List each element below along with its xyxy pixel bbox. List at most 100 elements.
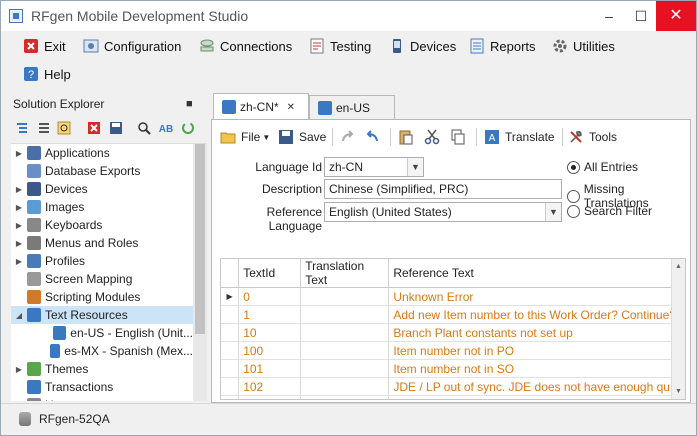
tab-close-icon[interactable]: ✕: [287, 102, 295, 113]
cell-textid[interactable]: 101: [238, 359, 302, 378]
reference-language-combo[interactable]: English (United States) ▼: [324, 202, 562, 222]
tab-zh-cn[interactable]: zh-CN* ✕: [213, 93, 309, 120]
tree-item[interactable]: en-US - English (Unit...: [11, 324, 193, 342]
cell-reference[interactable]: JDE / LP out of sync. JDE does not have …: [388, 377, 685, 396]
menu-devices[interactable]: Devices: [389, 35, 456, 57]
tree-item[interactable]: Scripting Modules: [11, 288, 193, 306]
table-row[interactable]: 101 Item number not in SO: [221, 359, 685, 378]
table-row[interactable]: 10 Branch Plant constants not set up: [221, 323, 685, 342]
current-row-icon[interactable]: ▶: [221, 287, 240, 306]
tools-button[interactable]: Tools: [568, 126, 617, 148]
tree-item[interactable]: ▶ Images: [11, 198, 193, 216]
table-row[interactable]: 1 Add new Item number to this Work Order?…: [221, 305, 685, 324]
tree-item[interactable]: ▶ Themes: [11, 360, 193, 378]
cell-reference[interactable]: License Plate assigned to different plan…: [388, 395, 685, 399]
menu-testing[interactable]: Testing: [309, 35, 371, 57]
cell-translation[interactable]: [300, 359, 390, 378]
description-field[interactable]: Chinese (Simplified, PRC): [324, 179, 562, 199]
find-icon[interactable]: [57, 121, 71, 135]
tab-en-us[interactable]: en-US: [309, 95, 395, 119]
save-button[interactable]: Save: [278, 126, 326, 148]
cell-reference[interactable]: Item number not in PO: [388, 341, 685, 360]
tree-item[interactable]: Database Exports: [11, 162, 193, 180]
list-view-icon[interactable]: [37, 121, 51, 135]
expand-arrow-icon[interactable]: ▶: [13, 239, 25, 248]
search-filter-radio[interactable]: Search Filter: [567, 204, 652, 218]
tree-item[interactable]: ◢ Text Resources: [11, 306, 193, 324]
expand-arrow-icon[interactable]: ▶: [13, 203, 25, 212]
row-header[interactable]: [221, 305, 240, 324]
spelling-icon[interactable]: AB: [159, 121, 173, 135]
column-header-translation[interactable]: Translation Text: [300, 259, 390, 288]
cell-reference[interactable]: Add new Item number to this Work Order? …: [388, 305, 685, 324]
cell-textid[interactable]: 100: [238, 341, 302, 360]
delete-icon[interactable]: [87, 121, 101, 135]
cell-translation[interactable]: [300, 287, 390, 306]
tree-item[interactable]: Screen Mapping: [11, 270, 193, 288]
zoom-icon[interactable]: [137, 121, 151, 135]
expand-arrow-icon[interactable]: ▶: [13, 401, 25, 402]
minimize-button[interactable]: –: [593, 1, 625, 31]
menu-connections[interactable]: Connections: [199, 35, 292, 57]
expand-arrow-icon[interactable]: ▶: [13, 149, 25, 158]
table-row[interactable]: 103 License Plate assigned to different p…: [221, 395, 685, 399]
column-header-reference[interactable]: Reference Text: [388, 259, 685, 288]
tree-item[interactable]: ▶ Profiles: [11, 252, 193, 270]
tree-item[interactable]: es-MX - Spanish (Mex...: [11, 342, 193, 360]
cell-reference[interactable]: Item number not in SO: [388, 359, 685, 378]
expand-arrow-icon[interactable]: ◢: [13, 311, 25, 320]
tree-item[interactable]: ▶ Devices: [11, 180, 193, 198]
expand-arrow-icon[interactable]: ▶: [13, 257, 25, 266]
close-button[interactable]: ✕: [656, 1, 696, 31]
row-header[interactable]: [221, 359, 240, 378]
language-id-combo[interactable]: zh-CN ▼: [324, 157, 424, 177]
cell-textid[interactable]: 0: [238, 287, 302, 306]
tree-scrollbar[interactable]: [193, 144, 207, 401]
cell-translation[interactable]: [300, 377, 390, 396]
chevron-down-icon[interactable]: ▼: [407, 158, 423, 176]
tree-item[interactable]: ▶ Menus and Roles: [11, 234, 193, 252]
cell-translation[interactable]: [300, 305, 390, 324]
tree-item[interactable]: ▶ Keyboards: [11, 216, 193, 234]
grid-scrollbar[interactable]: ▲ ▼: [671, 259, 685, 399]
cell-translation[interactable]: [300, 341, 390, 360]
tree-item[interactable]: ▶ Applications: [11, 144, 193, 162]
cell-textid[interactable]: 102: [238, 377, 302, 396]
refresh-icon[interactable]: [181, 121, 195, 135]
expand-arrow-icon[interactable]: ▶: [13, 185, 25, 194]
row-header[interactable]: [221, 323, 240, 342]
menu-exit[interactable]: Exit: [23, 35, 66, 57]
table-row[interactable]: 102 JDE / LP out of sync. JDE does not ha…: [221, 377, 685, 396]
cut-button[interactable]: [424, 126, 445, 148]
expand-arrow-icon[interactable]: ▶: [13, 221, 25, 230]
translate-button[interactable]: A Translate: [484, 126, 555, 148]
scroll-up-icon[interactable]: ▲: [675, 263, 682, 270]
all-entries-radio[interactable]: All Entries: [567, 160, 638, 174]
cell-textid[interactable]: 10: [238, 323, 302, 342]
menu-help[interactable]: ? Help: [23, 63, 71, 85]
scroll-down-icon[interactable]: ▼: [675, 388, 682, 395]
cell-translation[interactable]: [300, 323, 390, 342]
expand-arrow-icon[interactable]: ▶: [13, 365, 25, 374]
table-row[interactable]: ▶ 0 Unknown Error: [221, 287, 685, 306]
tree-view-icon[interactable]: [15, 121, 29, 135]
menu-configuration[interactable]: Configuration: [83, 35, 181, 57]
maximize-button[interactable]: ☐: [625, 1, 657, 31]
tree-scrollbar-thumb[interactable]: [195, 144, 205, 334]
menu-reports[interactable]: Reports: [469, 35, 536, 57]
row-header[interactable]: [221, 341, 240, 360]
cell-reference[interactable]: Unknown Error: [388, 287, 685, 306]
column-header-textid[interactable]: TextId: [238, 259, 302, 288]
table-row[interactable]: 100 Item number not in PO: [221, 341, 685, 360]
redo-button[interactable]: [340, 126, 361, 148]
undo-button[interactable]: [364, 126, 385, 148]
save-all-icon[interactable]: [109, 121, 123, 135]
tree-item[interactable]: Transactions: [11, 378, 193, 396]
cell-translation[interactable]: [300, 395, 390, 399]
cell-textid[interactable]: 1: [238, 305, 302, 324]
row-header[interactable]: [221, 377, 240, 396]
file-menu-button[interactable]: File ▼: [220, 126, 270, 148]
paste-button[interactable]: [398, 126, 419, 148]
menu-utilities[interactable]: Utilities: [552, 35, 615, 57]
cell-textid[interactable]: 103: [238, 395, 302, 399]
